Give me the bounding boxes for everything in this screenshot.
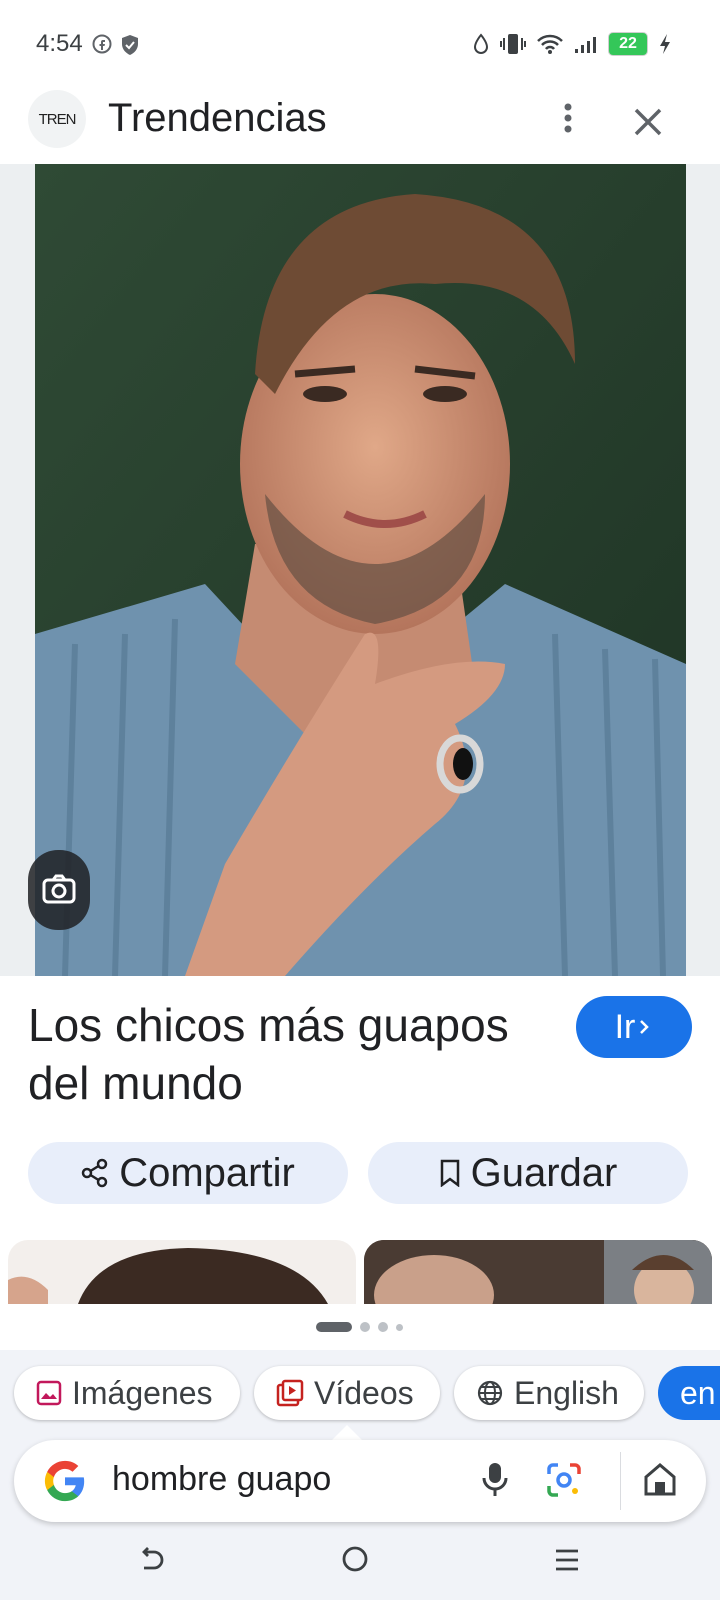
- more-vert-icon: [564, 103, 572, 133]
- chip-videos-label: Vídeos: [314, 1374, 414, 1411]
- share-button[interactable]: Compartir: [28, 1142, 348, 1204]
- shield-icon: [122, 35, 138, 55]
- page-indicator: [316, 1322, 403, 1332]
- chip-en-label: en: [680, 1374, 716, 1411]
- status-bar: 4:54 22: [0, 0, 720, 92]
- back-icon[interactable]: [136, 1544, 166, 1574]
- site-logo[interactable]: TREN: [28, 90, 86, 148]
- visit-button[interactable]: Ir: [576, 996, 692, 1058]
- video-icon: [276, 1379, 304, 1407]
- system-nav-bar: [0, 1530, 720, 1600]
- related-image-2[interactable]: [364, 1240, 712, 1304]
- home-circle-icon[interactable]: [340, 1544, 370, 1574]
- close-icon: [634, 108, 662, 136]
- image-area: [0, 164, 720, 976]
- chip-en[interactable]: en: [658, 1366, 720, 1420]
- chip-english[interactable]: English: [454, 1366, 644, 1420]
- chip-images-label: Imágenes: [72, 1374, 213, 1411]
- result-title: Los chicos más guapos del mundo: [28, 999, 509, 1109]
- save-button[interactable]: Guardar: [368, 1142, 688, 1204]
- facebook-icon: [92, 34, 112, 54]
- bookmark-icon: [440, 1159, 459, 1187]
- more-options-button[interactable]: [548, 98, 588, 138]
- share-icon: [81, 1158, 108, 1188]
- mic-icon[interactable]: [480, 1460, 510, 1500]
- battery-indicator: 22: [608, 32, 648, 56]
- share-label: Compartir: [119, 1150, 295, 1195]
- status-time: 4:54: [36, 30, 83, 57]
- chip-images[interactable]: Imágenes: [14, 1366, 240, 1420]
- save-label: Guardar: [470, 1150, 618, 1195]
- image-icon: [36, 1380, 62, 1406]
- chevron-right-icon: [640, 1020, 650, 1034]
- visual-search-button[interactable]: [28, 850, 90, 930]
- related-image-1[interactable]: [8, 1240, 356, 1304]
- recent-apps-icon[interactable]: [552, 1546, 582, 1574]
- main-image[interactable]: [35, 164, 686, 976]
- signal-icon: [575, 37, 596, 53]
- visit-label: Ir: [614, 1007, 636, 1046]
- search-input[interactable]: hombre guapo: [112, 1460, 331, 1499]
- vibrate-icon: [500, 34, 526, 54]
- lens-icon[interactable]: [544, 1460, 584, 1500]
- search-bar[interactable]: hombre guapo: [14, 1440, 706, 1522]
- header: TREN Trendencias: [0, 86, 720, 164]
- globe-icon: [477, 1380, 503, 1406]
- home-icon[interactable]: [642, 1460, 678, 1498]
- close-button[interactable]: [624, 98, 672, 146]
- camera-search-icon: [42, 874, 76, 904]
- page-title: Trendencias: [108, 96, 327, 140]
- chip-english-label: English: [514, 1374, 619, 1411]
- chip-videos[interactable]: Vídeos: [254, 1366, 440, 1420]
- data-saver-icon: [473, 33, 489, 54]
- charging-icon: [660, 34, 670, 54]
- google-logo-icon: [44, 1460, 85, 1502]
- wifi-icon: [537, 34, 563, 54]
